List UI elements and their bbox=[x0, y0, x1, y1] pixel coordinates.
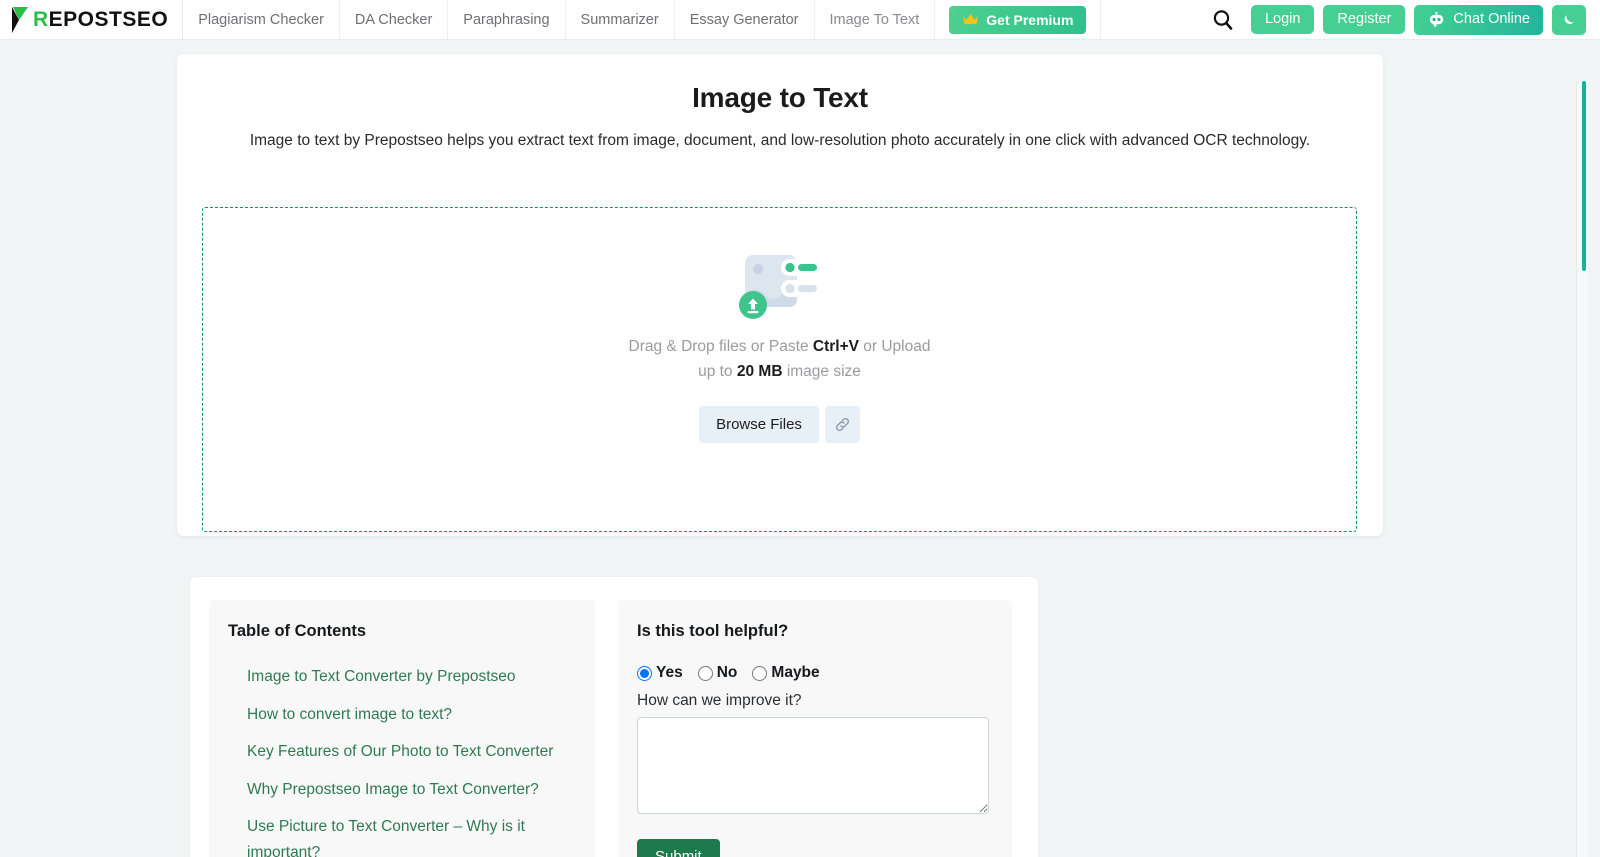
dropzone-shortcut: Ctrl+V bbox=[812, 338, 859, 355]
nav-link-paraphrasing[interactable]: Paraphrasing bbox=[448, 0, 566, 39]
robot-chat-icon bbox=[1430, 11, 1444, 28]
dropzone-line2-a: up to bbox=[698, 362, 737, 380]
toc-list: Image to Text Converter by Prepostseo Ho… bbox=[228, 664, 576, 857]
toc-link-converter-by-prepostseo[interactable]: Image to Text Converter by Prepostseo bbox=[247, 664, 576, 690]
toc-heading: Table of Contents bbox=[228, 622, 367, 640]
nav-link-image-to-text[interactable]: Image To Text bbox=[815, 0, 936, 39]
logo-wordmark-rest: EPOSTSEO bbox=[48, 8, 169, 31]
list-item: How to convert image to text? bbox=[247, 702, 576, 728]
feedback-heading: Is this tool helpful? bbox=[637, 622, 789, 640]
nav-links: Plagiarism Checker DA Checker Paraphrasi… bbox=[183, 0, 936, 39]
submit-button[interactable]: Submit bbox=[637, 839, 720, 857]
login-button[interactable]: Login bbox=[1250, 4, 1315, 35]
nav-link-plagiarism-checker[interactable]: Plagiarism Checker bbox=[183, 0, 340, 39]
page-subtitle: Image to text by Prepostseo helps you ex… bbox=[249, 132, 1311, 149]
scrollbar-thumb[interactable] bbox=[1582, 81, 1586, 271]
radio-no-label[interactable]: No bbox=[717, 664, 738, 682]
dropzone-line1-c: or Upload bbox=[858, 338, 931, 355]
info-card: Table of Contents Image to Text Converte… bbox=[190, 577, 1038, 857]
radio-maybe[interactable] bbox=[752, 665, 768, 681]
list-item: Key Features of Our Photo to Text Conver… bbox=[247, 739, 576, 765]
moon-icon bbox=[1564, 15, 1574, 25]
prepostseo-logo-icon bbox=[12, 6, 28, 33]
improve-label: How can we improve it? bbox=[637, 692, 802, 709]
premium-cell: Get Premium bbox=[935, 0, 1102, 39]
nav-link-da-checker[interactable]: DA Checker bbox=[340, 0, 449, 39]
site-logo[interactable]: REPOSTSEO bbox=[0, 0, 184, 39]
feedback-options: Yes No Maybe bbox=[637, 664, 993, 682]
browse-files-button[interactable]: Browse Files bbox=[699, 405, 819, 443]
get-premium-button[interactable]: Get Premium bbox=[949, 5, 1087, 34]
search-button[interactable] bbox=[1204, 9, 1242, 31]
logo-wordmark: REPOSTSEO bbox=[33, 9, 168, 30]
get-premium-label: Get Premium bbox=[986, 11, 1074, 28]
radio-yes-label[interactable]: Yes bbox=[656, 664, 683, 682]
file-dropzone[interactable]: Drag & Drop files or Paste Ctrl+V or Upl… bbox=[202, 207, 1357, 532]
file-upload-illustration-icon bbox=[737, 247, 823, 321]
dropzone-instructions: Drag & Drop files or Paste Ctrl+V or Upl… bbox=[629, 335, 931, 385]
toc-link-why-important[interactable]: Use Picture to Text Converter – Why is i… bbox=[247, 814, 576, 857]
page-title: Image to Text bbox=[692, 82, 868, 113]
table-of-contents-panel: Table of Contents Image to Text Converte… bbox=[209, 600, 595, 857]
list-item: Why Prepostseo Image to Text Converter? bbox=[247, 777, 576, 803]
dropzone-actions: Browse Files bbox=[699, 405, 860, 443]
nav-link-summarizer[interactable]: Summarizer bbox=[566, 0, 675, 39]
logo-wordmark-prefix: R bbox=[33, 8, 49, 31]
dropzone-max-size: 20 MB bbox=[736, 362, 783, 380]
dark-mode-toggle[interactable] bbox=[1552, 4, 1586, 35]
toc-link-how-to-convert[interactable]: How to convert image to text? bbox=[247, 702, 576, 728]
chat-online-button[interactable]: Chat Online bbox=[1414, 4, 1543, 35]
register-button[interactable]: Register bbox=[1323, 4, 1406, 35]
toc-link-key-features[interactable]: Key Features of Our Photo to Text Conver… bbox=[247, 739, 576, 765]
paste-url-button[interactable] bbox=[824, 405, 860, 443]
radio-maybe-label[interactable]: Maybe bbox=[771, 664, 819, 682]
toc-link-why-prepostseo[interactable]: Why Prepostseo Image to Text Converter? bbox=[247, 777, 576, 803]
page-scrollbar[interactable] bbox=[1576, 81, 1588, 857]
dropzone-line1-a: Drag & Drop files or Paste bbox=[628, 338, 813, 355]
dropzone-line2-c: image size bbox=[782, 362, 861, 380]
dropzone-line-1: Drag & Drop files or Paste Ctrl+V or Upl… bbox=[629, 335, 931, 360]
list-item: Image to Text Converter by Prepostseo bbox=[247, 664, 576, 690]
radio-no[interactable] bbox=[697, 665, 713, 681]
navbar-right-actions: Login Register Chat Online bbox=[1204, 0, 1600, 39]
nav-link-essay-generator[interactable]: Essay Generator bbox=[675, 0, 815, 39]
page-body: Image to Text Image to text by Prepostse… bbox=[0, 40, 1588, 857]
feedback-textarea[interactable] bbox=[637, 717, 989, 814]
top-navbar: REPOSTSEO Plagiarism Checker DA Checker … bbox=[0, 0, 1600, 40]
radio-yes[interactable] bbox=[637, 665, 652, 681]
paperclip-link-icon bbox=[835, 417, 849, 431]
crown-icon bbox=[963, 13, 979, 25]
list-item: Use Picture to Text Converter – Why is i… bbox=[247, 814, 576, 857]
image-to-text-card: Image to Text Image to text by Prepostse… bbox=[177, 54, 1383, 536]
chat-online-label: Chat Online bbox=[1453, 10, 1530, 27]
feedback-panel: Is this tool helpful? Yes No Maybe How c… bbox=[618, 600, 1012, 857]
dropzone-line-2: up to 20 MB image size bbox=[629, 360, 931, 385]
search-icon bbox=[1213, 9, 1233, 30]
